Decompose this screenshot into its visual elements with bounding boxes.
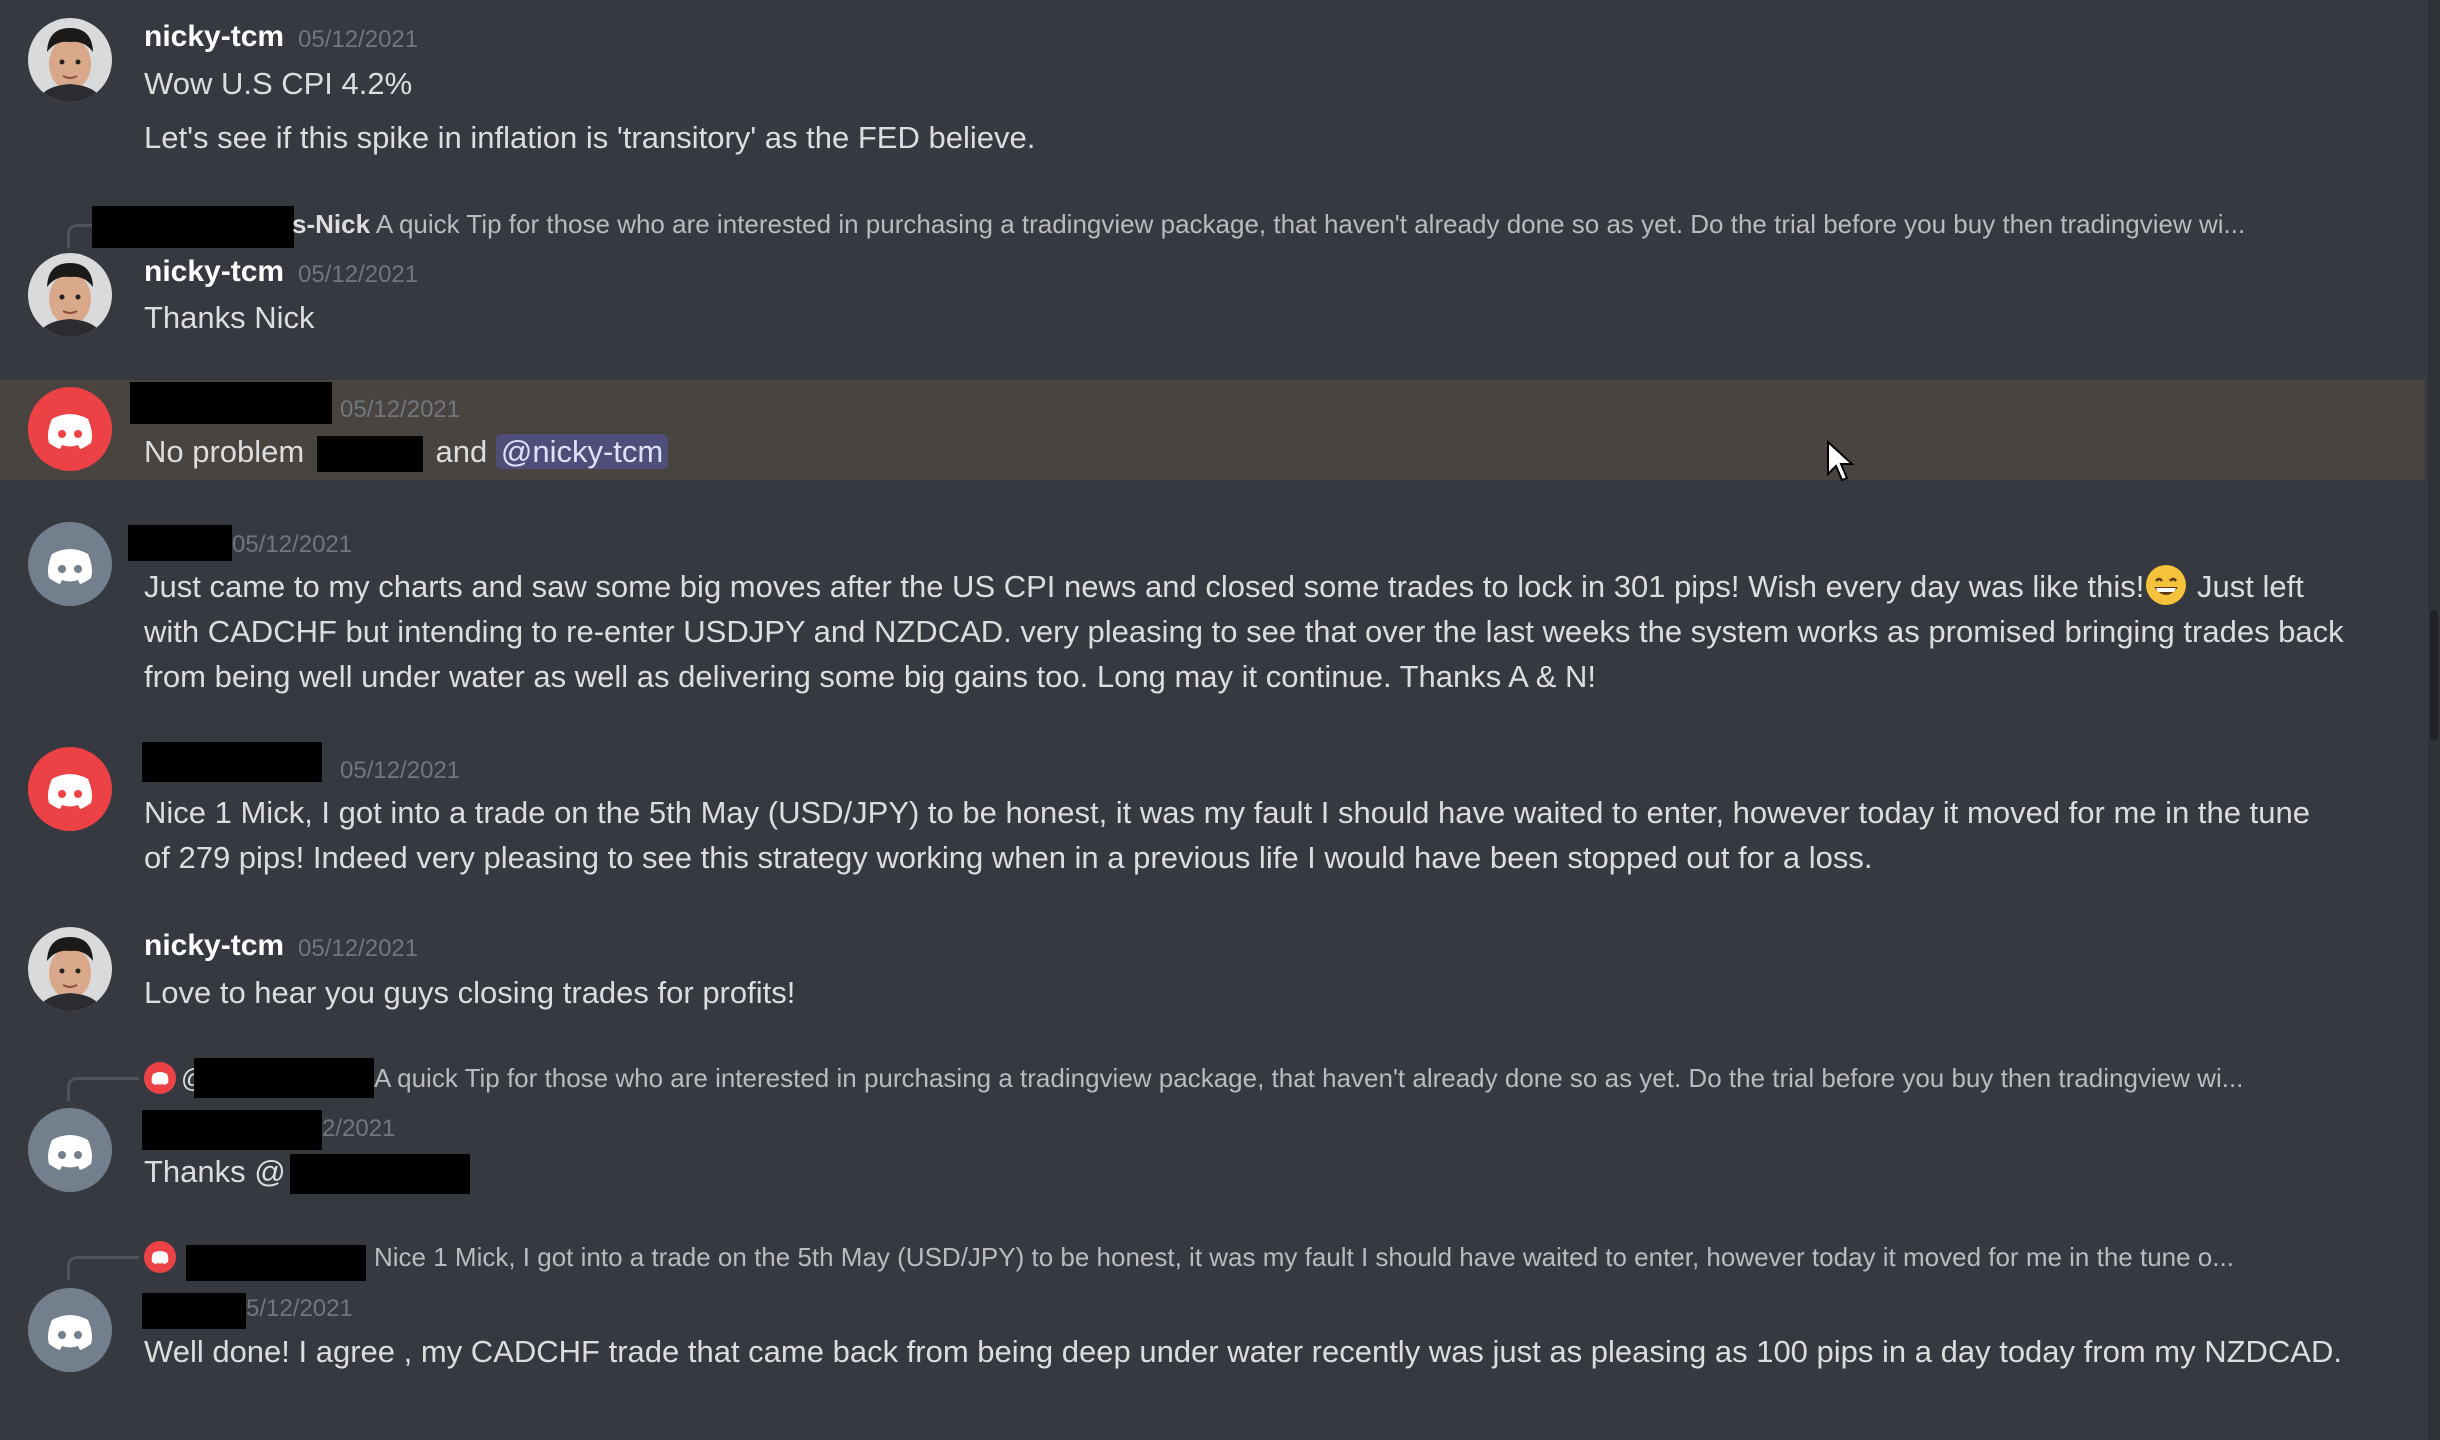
redacted-username [130,382,332,424]
message-text: Wow U.S CPI 4.2% [144,66,413,101]
author-name[interactable]: nicky-tcm [144,255,284,289]
redacted-username [142,1293,246,1329]
message-timestamp: 2/2021 [322,1115,396,1142]
reply-author-avatar [144,1241,176,1273]
reply-connector [67,1256,139,1280]
message-text: Just came to my charts and saw some big … [144,564,2344,699]
message-timestamp: 05/12/2021 [340,757,461,784]
discord-default-avatar[interactable] [28,1288,112,1372]
reply-connector [67,1077,139,1101]
reply-preview[interactable]: s-Nick A quick Tip for those who are int… [292,209,2245,240]
message-timestamp: 05/12/2021 [340,396,461,423]
message-text: Well done! I agree , my CADCHF trade tha… [144,1334,2342,1369]
reply-excerpt[interactable]: Nice 1 Mick, I got into a trade on the 5… [374,1242,2234,1273]
reply-excerpt[interactable]: A quick Tip for those who are interested… [374,1063,2243,1094]
redacted-username [92,206,294,248]
reply-excerpt: A quick Tip for those who are interested… [375,209,2246,239]
message-timestamp: 05/12/2021 [298,935,419,962]
message-text: No problem and @nicky-tcm [144,429,2344,474]
scrollbar-thumb[interactable] [2430,610,2438,740]
message-timestamp: 05/12/2021 [232,531,353,558]
reply-author-avatar [144,1062,176,1094]
message-timestamp: 05/12/2021 [298,26,419,53]
mouse-cursor-icon [1827,440,1855,482]
redacted-username [142,742,322,782]
redacted-username [186,1245,366,1281]
message-text: Love to hear you guys closing trades for… [144,975,796,1010]
user-avatar[interactable] [28,18,112,102]
message-timestamp: 5/12/2021 [246,1295,353,1322]
message-text: Thanks Nick [144,300,315,335]
discord-default-avatar[interactable] [28,747,112,831]
redacted-mention [289,1153,470,1194]
user-avatar[interactable] [28,927,112,1011]
redacted-username [128,525,232,561]
grinning-face-emoji [2146,564,2187,605]
message-text: Let's see if this spike in inflation is … [144,120,1036,155]
chat-message-list[interactable]: nicky-tcm 05/12/2021 Wow U.S CPI 4.2% Le… [0,0,2440,1440]
author-name[interactable]: nicky-tcm [144,20,284,54]
message-timestamp: 05/12/2021 [298,261,419,288]
user-avatar[interactable] [28,253,112,337]
message-text: Thanks @ [144,1149,2344,1194]
discord-default-avatar[interactable] [28,387,112,471]
discord-default-avatar[interactable] [28,522,112,606]
author-name[interactable]: nicky-tcm [144,929,284,963]
redacted-username [194,1058,374,1098]
redacted-username [142,1110,322,1150]
user-mention[interactable]: @nicky-tcm [495,434,669,469]
message-text: Nice 1 Mick, I got into a trade on the 5… [144,795,2310,875]
redacted-mention [316,435,423,472]
discord-default-avatar[interactable] [28,1108,112,1192]
reply-author: s-Nick [292,209,371,239]
